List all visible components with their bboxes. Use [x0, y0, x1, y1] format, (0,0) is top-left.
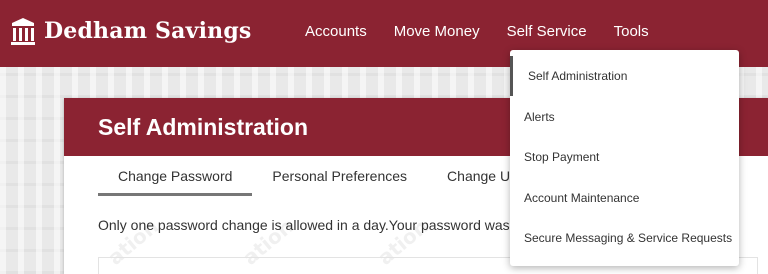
- bank-building-icon: [11, 18, 35, 45]
- menu-item-self-administration[interactable]: Self Administration: [510, 56, 739, 96]
- brand-logo[interactable]: Dedham Savings: [10, 16, 252, 46]
- menu-item-secure-messaging[interactable]: Secure Messaging & Service Requests: [510, 218, 739, 258]
- menu-item-account-maintenance[interactable]: Account Maintenance: [510, 178, 739, 218]
- nav-accounts[interactable]: Accounts: [305, 23, 367, 40]
- nav-tools[interactable]: Tools: [614, 23, 649, 40]
- tab-change-password[interactable]: Change Password: [98, 156, 253, 196]
- menu-item-alerts[interactable]: Alerts: [510, 97, 739, 137]
- brand-name: Dedham Savings: [44, 18, 252, 44]
- nav-self-service[interactable]: Self Service: [507, 23, 587, 40]
- menu-item-stop-payment[interactable]: Stop Payment: [510, 137, 739, 177]
- tab-bar: Change Password Personal Preferences Cha…: [98, 156, 545, 196]
- self-service-dropdown-menu: Self Administration Alerts Stop Payment …: [510, 50, 739, 266]
- tab-personal-preferences[interactable]: Personal Preferences: [252, 156, 427, 196]
- password-change-notice: Only one password change is allowed in a…: [98, 217, 532, 233]
- page-title: Self Administration: [98, 113, 308, 140]
- nav-move-money[interactable]: Move Money: [394, 23, 480, 40]
